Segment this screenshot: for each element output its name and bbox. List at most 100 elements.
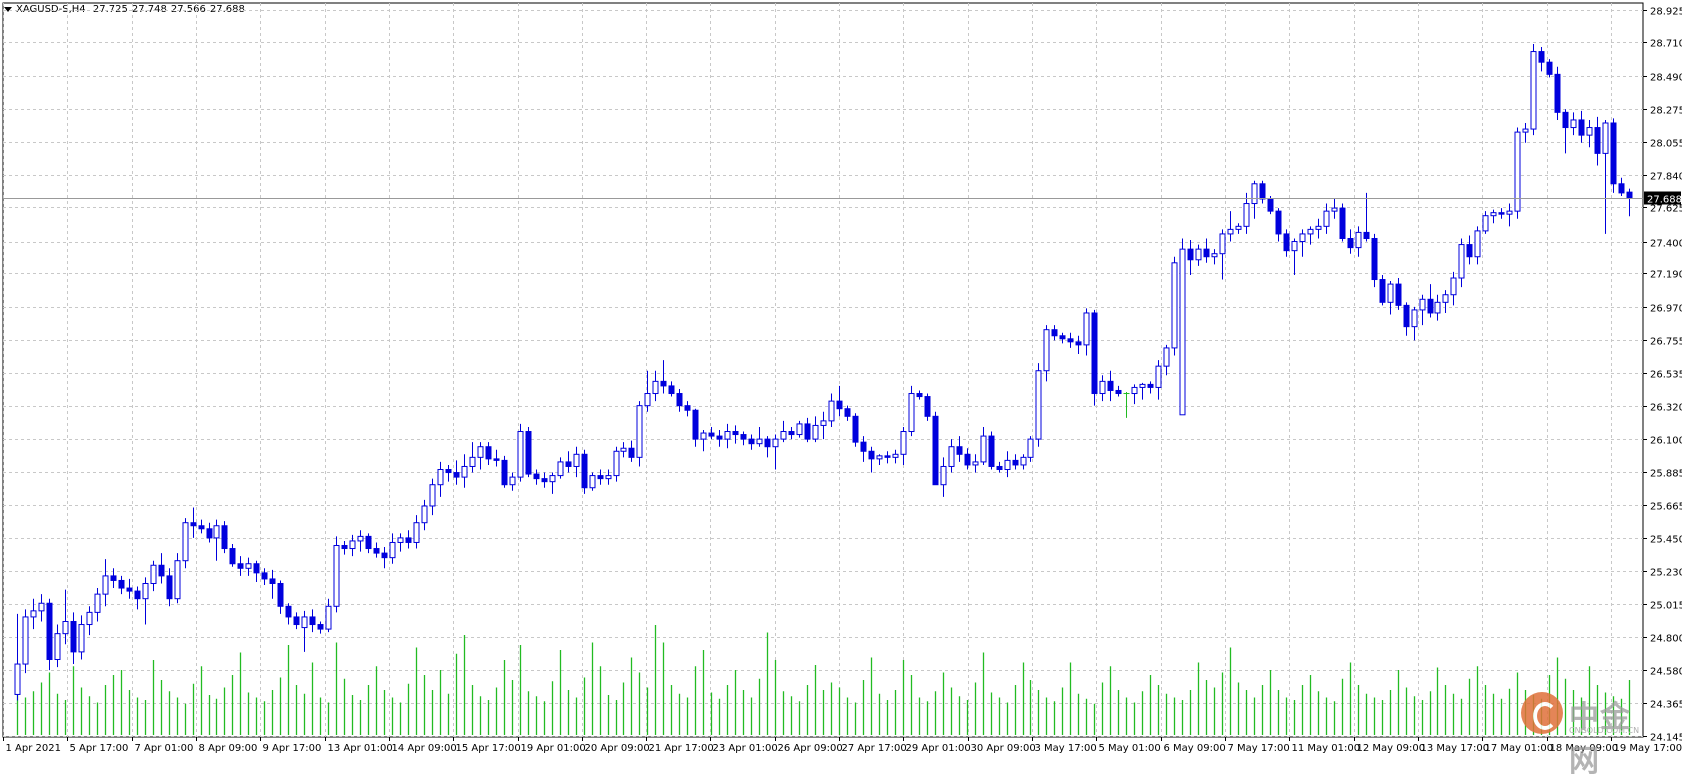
candle-body xyxy=(175,561,180,599)
candle-body xyxy=(917,394,922,397)
candle-body xyxy=(1132,387,1137,393)
candle-body xyxy=(1499,213,1504,215)
x-tick-label: 21 Apr 17:00 xyxy=(649,743,714,754)
candle-body xyxy=(645,394,650,406)
candle-body xyxy=(797,424,802,435)
candle-body xyxy=(183,523,188,561)
candle-body xyxy=(997,466,1002,469)
candle-body xyxy=(909,394,914,432)
candle-body xyxy=(1276,211,1281,234)
candle-body xyxy=(366,536,371,548)
candle-body xyxy=(494,459,499,461)
x-tick-label: 23 Apr 01:00 xyxy=(713,743,778,754)
x-tick-label: 9 Apr 17:00 xyxy=(263,743,322,754)
candle-body xyxy=(63,621,68,633)
candle-body xyxy=(1603,123,1608,153)
y-tick-label: 25.015 xyxy=(1650,601,1682,612)
watermark: 中金网 CNGOLD.COM.CN xyxy=(1521,690,1647,738)
candle-body xyxy=(1451,278,1456,295)
y-tick-label: 25.450 xyxy=(1650,535,1682,546)
last-price-label: 27.688 xyxy=(1647,195,1682,206)
candle-body xyxy=(246,564,251,569)
candle-body xyxy=(637,406,642,458)
candle-body xyxy=(925,397,930,417)
candle-body xyxy=(1435,302,1440,313)
candle-body xyxy=(1292,242,1297,251)
candle-body xyxy=(1180,249,1185,415)
y-tick-label: 26.535 xyxy=(1650,370,1682,381)
candle-body xyxy=(111,576,116,581)
candle-body xyxy=(701,433,706,439)
x-tick-label: 8 Apr 09:00 xyxy=(199,743,258,754)
candle-body xyxy=(454,473,459,478)
candle-body xyxy=(238,564,243,569)
candle-body xyxy=(1595,128,1600,154)
x-tick-label: 12 May 09:00 xyxy=(1357,743,1426,754)
x-tick-label: 3 May 17:00 xyxy=(1035,743,1097,754)
candle-body xyxy=(1252,184,1257,204)
candle-body xyxy=(510,477,515,485)
candle-body xyxy=(821,421,826,426)
x-tick-label: 1 Apr 2021 xyxy=(6,743,61,754)
candle-body xyxy=(653,381,658,393)
candle-body xyxy=(677,394,682,406)
candle-body xyxy=(574,454,579,466)
x-tick-label: 27 Apr 17:00 xyxy=(842,743,907,754)
candle-body xyxy=(534,474,539,479)
candle-body xyxy=(207,529,212,538)
candle-body xyxy=(406,538,411,543)
candle-body xyxy=(598,476,603,479)
candle-body xyxy=(550,476,555,482)
candle-body xyxy=(1196,249,1201,260)
candle-body xyxy=(1348,238,1353,247)
y-tick-label: 28.710 xyxy=(1650,39,1682,50)
x-tick-label: 7 Apr 01:00 xyxy=(135,743,194,754)
candle-body xyxy=(757,439,762,444)
candle-body xyxy=(1539,52,1544,63)
candle-body xyxy=(717,436,722,439)
candle-body xyxy=(382,553,387,558)
candle-body xyxy=(1236,226,1241,229)
candle-body xyxy=(167,576,172,599)
y-tick-label: 25.230 xyxy=(1650,568,1682,579)
x-tick-label: 19 Apr 01:00 xyxy=(521,743,586,754)
y-tick-label: 24.365 xyxy=(1650,700,1682,711)
candle-body xyxy=(1013,460,1018,465)
candle-body xyxy=(1396,284,1401,305)
candle-body xyxy=(949,447,954,467)
candle-body xyxy=(1300,234,1305,242)
candle-body xyxy=(1404,305,1409,326)
candle-body xyxy=(1156,366,1161,387)
candle-body xyxy=(965,454,970,465)
candle-body xyxy=(845,409,850,417)
candle-body xyxy=(973,462,978,465)
candle-body xyxy=(23,617,28,664)
x-tick-label: 17 May 01:00 xyxy=(1485,743,1554,754)
candle-body xyxy=(566,462,571,467)
candle-body xyxy=(270,579,275,584)
candle-body xyxy=(1356,232,1361,247)
plot-frame xyxy=(3,3,1643,737)
candle-body xyxy=(981,436,986,462)
candle-body xyxy=(230,549,235,564)
candle-body xyxy=(87,612,92,624)
y-tick-label: 28.490 xyxy=(1650,73,1682,84)
candle-body xyxy=(1627,192,1632,198)
candle-body xyxy=(749,439,754,444)
candle-body xyxy=(31,611,36,617)
y-tick-label: 26.970 xyxy=(1650,304,1682,315)
candle-body xyxy=(1052,330,1057,336)
candle-body xyxy=(214,526,219,538)
y-tick-label: 27.400 xyxy=(1650,239,1682,250)
candle-body xyxy=(1212,254,1217,257)
y-tick-label: 27.840 xyxy=(1650,172,1682,183)
candle-body xyxy=(542,479,547,482)
candle-body xyxy=(278,583,283,606)
candle-body xyxy=(1555,74,1560,112)
candle-body xyxy=(414,523,419,543)
candle-body xyxy=(781,432,786,440)
candle-body xyxy=(462,466,467,477)
candle-body xyxy=(661,381,666,386)
price-chart[interactable]: 28.92528.71028.49028.27528.05527.84027.6… xyxy=(0,0,1682,764)
candle-body xyxy=(614,451,619,475)
